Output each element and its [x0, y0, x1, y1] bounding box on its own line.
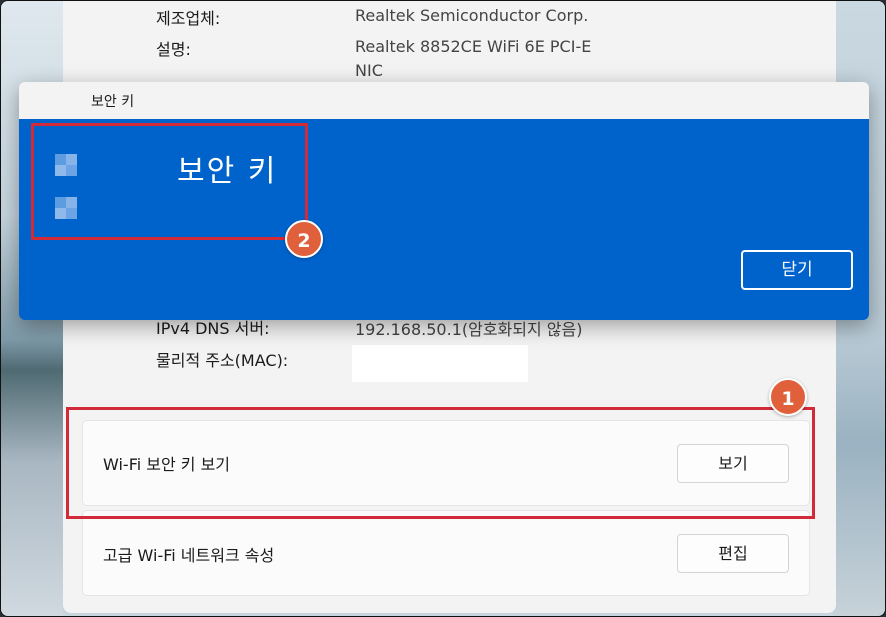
mac-label: 물리적 주소(MAC): — [156, 351, 289, 370]
step-badge-2: 2 — [285, 220, 323, 258]
manufacturer-label: 제조업체: — [156, 9, 221, 28]
close-button[interactable]: 닫기 — [741, 250, 853, 290]
manufacturer-value: Realtek Semiconductor Corp. — [355, 6, 589, 25]
highlight-box-2 — [31, 123, 308, 240]
dialog-title: 보안 키 — [91, 94, 135, 110]
screenshot-frame: 제조업체: Realtek Semiconductor Corp. 설명: Re… — [0, 0, 886, 617]
description-value-line2: NIC — [355, 61, 383, 80]
advanced-properties-card: 고급 Wi-Fi 네트워크 속성 편집 — [82, 510, 810, 596]
highlight-box-1 — [66, 407, 815, 519]
advanced-properties-label: 고급 Wi-Fi 네트워크 속성 — [103, 546, 275, 565]
dialog-titlebar: 보안 키 — [19, 82, 869, 119]
mac-value-redacted — [352, 345, 528, 382]
edit-button[interactable]: 편집 — [677, 534, 789, 573]
description-value-line1: Realtek 8852CE WiFi 6E PCI-E — [355, 37, 592, 56]
description-label: 설명: — [156, 40, 191, 59]
step-badge-1: 1 — [769, 378, 807, 416]
